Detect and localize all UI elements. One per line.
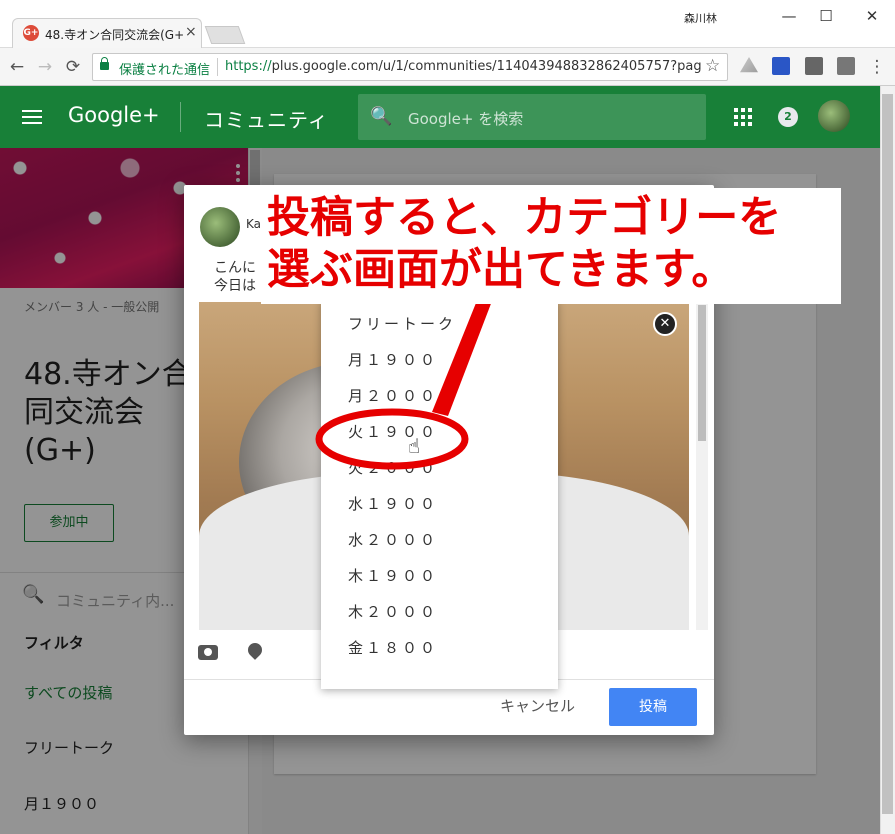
annotation-callout: 投稿すると、カテゴリーを 選ぶ画面が出てきます。 xyxy=(261,188,841,304)
annotation-highlight-ellipse xyxy=(315,408,469,470)
annotation-text: 投稿すると、カテゴリーを 選ぶ画面が出てきます。 xyxy=(267,193,782,295)
hand-cursor-icon: ☝ xyxy=(408,434,421,458)
annotation-arrow-graphic xyxy=(315,298,492,470)
annotation-pointer-line xyxy=(432,298,492,416)
